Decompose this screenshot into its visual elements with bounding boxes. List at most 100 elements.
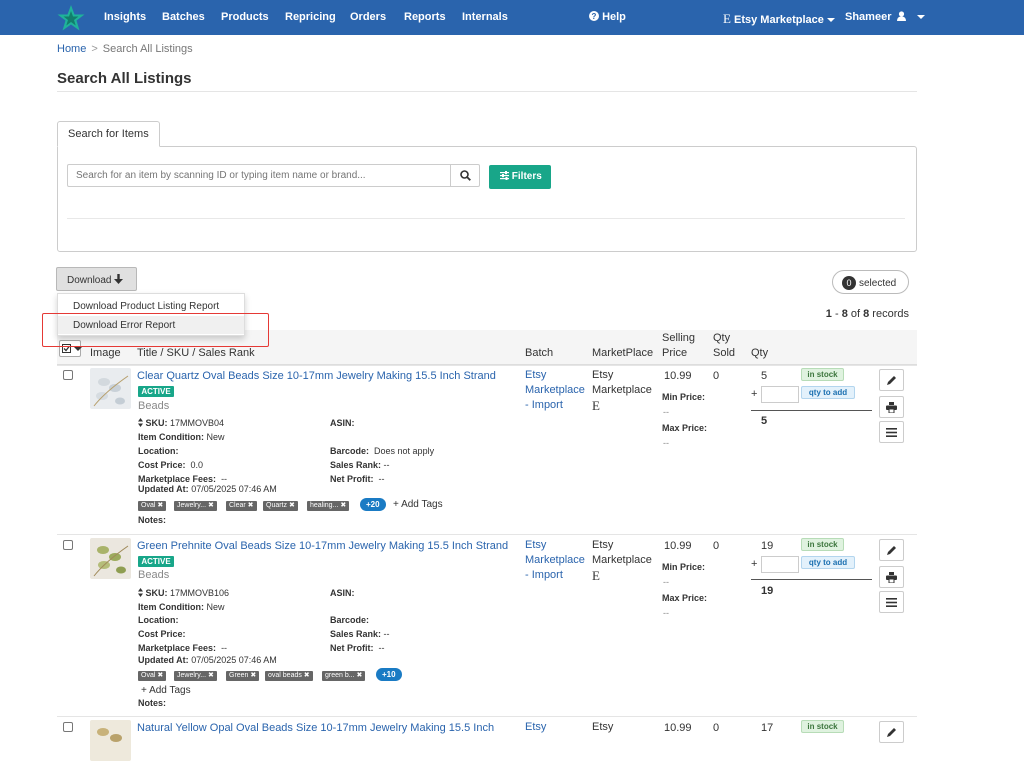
product-thumbnail[interactable] (90, 720, 131, 761)
batch-link[interactable]: Etsy Marketplace - Import (525, 368, 585, 413)
download-button[interactable]: Download (56, 267, 137, 291)
in-stock-badge: in stock (801, 538, 844, 551)
product-title-link[interactable]: Green Prehnite Oval Beads Size 10-17mm J… (137, 540, 508, 552)
download-menu: Download Product Listing Report Download… (57, 293, 245, 336)
tag-chip[interactable]: healing... ✖ (307, 501, 350, 511)
tag-chip[interactable]: Quartz ✖ (263, 501, 298, 511)
net-profit-label: Net Profit: (330, 643, 374, 653)
more-tags-badge[interactable]: +10 (376, 668, 402, 681)
nav-internals[interactable]: Internals (462, 11, 508, 23)
net-profit-value: -- (378, 643, 385, 653)
nav-products[interactable]: Products (221, 11, 269, 23)
nav-help[interactable]: ? Help (589, 11, 626, 23)
tag-chip[interactable]: green b... ✖ (322, 671, 366, 681)
title-divider (57, 91, 917, 92)
add-tags-label: Add Tags (149, 685, 191, 696)
add-tags-button[interactable]: + Add Tags (393, 499, 443, 510)
sliders-icon (500, 171, 509, 180)
select-all-checkbox[interactable] (59, 340, 82, 357)
product-title-link[interactable]: Natural Yellow Opal Oval Beads Size 10-1… (137, 722, 494, 734)
tag-label: Jewelry... (177, 502, 207, 509)
breadcrumb: Home > Search All Listings (57, 43, 193, 55)
batch-link[interactable]: Etsy Marketplace - Import (525, 538, 585, 583)
nav-reports[interactable]: Reports (404, 11, 446, 23)
nav-user-menu[interactable]: Shameer (845, 11, 925, 23)
product-thumbnail[interactable] (90, 538, 131, 579)
qty-to-add-button[interactable]: qty to add (801, 556, 855, 569)
product-title-link[interactable]: Clear Quartz Oval Beads Size 10-17mm Jew… (137, 370, 496, 382)
qty-to-add-button[interactable]: qty to add (801, 386, 855, 399)
menu-item-download-error-report[interactable]: Download Error Report (58, 316, 244, 334)
nav-repricing[interactable]: Repricing (285, 11, 336, 23)
pencil-icon (887, 728, 896, 737)
min-price-value: -- (663, 577, 669, 587)
tag-chip[interactable]: Oval ✖ (138, 501, 167, 511)
tag-chip[interactable]: Green ✖ (226, 671, 260, 681)
sort-icon (138, 588, 143, 597)
column-header-selling-price-line1: Selling (662, 332, 696, 344)
batch-link[interactable]: Etsy (525, 720, 546, 735)
menu-item-download-product-listing-report[interactable]: Download Product Listing Report (58, 297, 244, 315)
brand-logo-icon[interactable] (56, 4, 86, 32)
top-navbar: Insights Batches Products Repricing Orde… (0, 0, 1024, 35)
barcode-label: Barcode: (330, 615, 370, 625)
row-checkbox[interactable] (63, 540, 73, 550)
cost-price-label: Cost Price: (138, 629, 186, 639)
edit-button[interactable] (879, 369, 904, 391)
menu-button[interactable] (879, 591, 904, 613)
selected-count-badge[interactable]: 0 selected (832, 270, 909, 294)
search-button[interactable] (450, 164, 480, 187)
print-button[interactable] (879, 396, 904, 418)
more-tags-badge[interactable]: +20 (360, 498, 386, 511)
pencil-icon (887, 376, 896, 385)
tag-label: Oval (141, 502, 156, 509)
product-category: Beads (138, 400, 170, 412)
edit-button[interactable] (879, 539, 904, 561)
add-tags-button[interactable]: + Add Tags (141, 685, 191, 696)
qty-to-add-input[interactable] (761, 556, 799, 573)
row-checkbox[interactable] (63, 722, 73, 732)
net-profit-field: Net Profit: -- (330, 474, 385, 484)
tag-chip[interactable]: Clear ✖ (226, 501, 257, 511)
sales-rank-field: Sales Rank: -- (330, 629, 390, 639)
tab-search-for-items[interactable]: Search for Items (57, 121, 160, 147)
max-price-value: -- (663, 438, 669, 448)
asin-label: ASIN: (330, 588, 355, 598)
tag-chip[interactable]: Oval ✖ (138, 671, 167, 681)
notes-field: Notes: (138, 515, 166, 525)
breadcrumb-current: Search All Listings (102, 43, 193, 55)
batch-line: Etsy (525, 369, 547, 381)
asin-field: ASIN: (330, 418, 355, 428)
etsy-icon: E (592, 568, 600, 583)
search-input[interactable] (67, 164, 451, 187)
filters-button[interactable]: Filters (489, 165, 551, 189)
selling-price: 10.99 (664, 722, 692, 734)
barcode-field: Barcode: Does not apply (330, 446, 434, 456)
tag-chip[interactable]: Jewelry... ✖ (174, 671, 217, 681)
question-circle-icon: ? (589, 11, 599, 21)
barcode-field: Barcode: (330, 615, 369, 625)
product-thumbnail[interactable] (90, 368, 131, 409)
row-checkbox[interactable] (63, 370, 73, 380)
qty-to-add-input[interactable] (761, 386, 799, 403)
marketplace-cell: Etsy Marketplace E (592, 368, 652, 413)
print-button[interactable] (879, 566, 904, 588)
cost-price-field: Cost Price: 0.0 (138, 460, 203, 470)
tag-chip[interactable]: oval beads ✖ (265, 671, 313, 681)
nav-orders[interactable]: Orders (350, 11, 386, 23)
marketplace-line: Marketplace (592, 384, 652, 396)
nav-insights[interactable]: Insights (104, 11, 146, 23)
batch-line: Etsy (525, 539, 547, 551)
breadcrumb-home[interactable]: Home (57, 43, 86, 55)
nav-marketplace-dropdown[interactable]: E Etsy Marketplace (723, 11, 835, 27)
breadcrumb-separator: > (91, 43, 98, 55)
column-header-image: Image (90, 347, 121, 359)
tag-chip[interactable]: Jewelry... ✖ (174, 501, 217, 511)
menu-button[interactable] (879, 421, 904, 443)
tag-label: Oval (141, 672, 156, 679)
status-badge: ACTIVE (138, 386, 174, 397)
caret-down-icon (74, 347, 82, 351)
status-badge: ACTIVE (138, 556, 174, 567)
checkbox-icon (62, 344, 71, 353)
nav-batches[interactable]: Batches (162, 11, 205, 23)
